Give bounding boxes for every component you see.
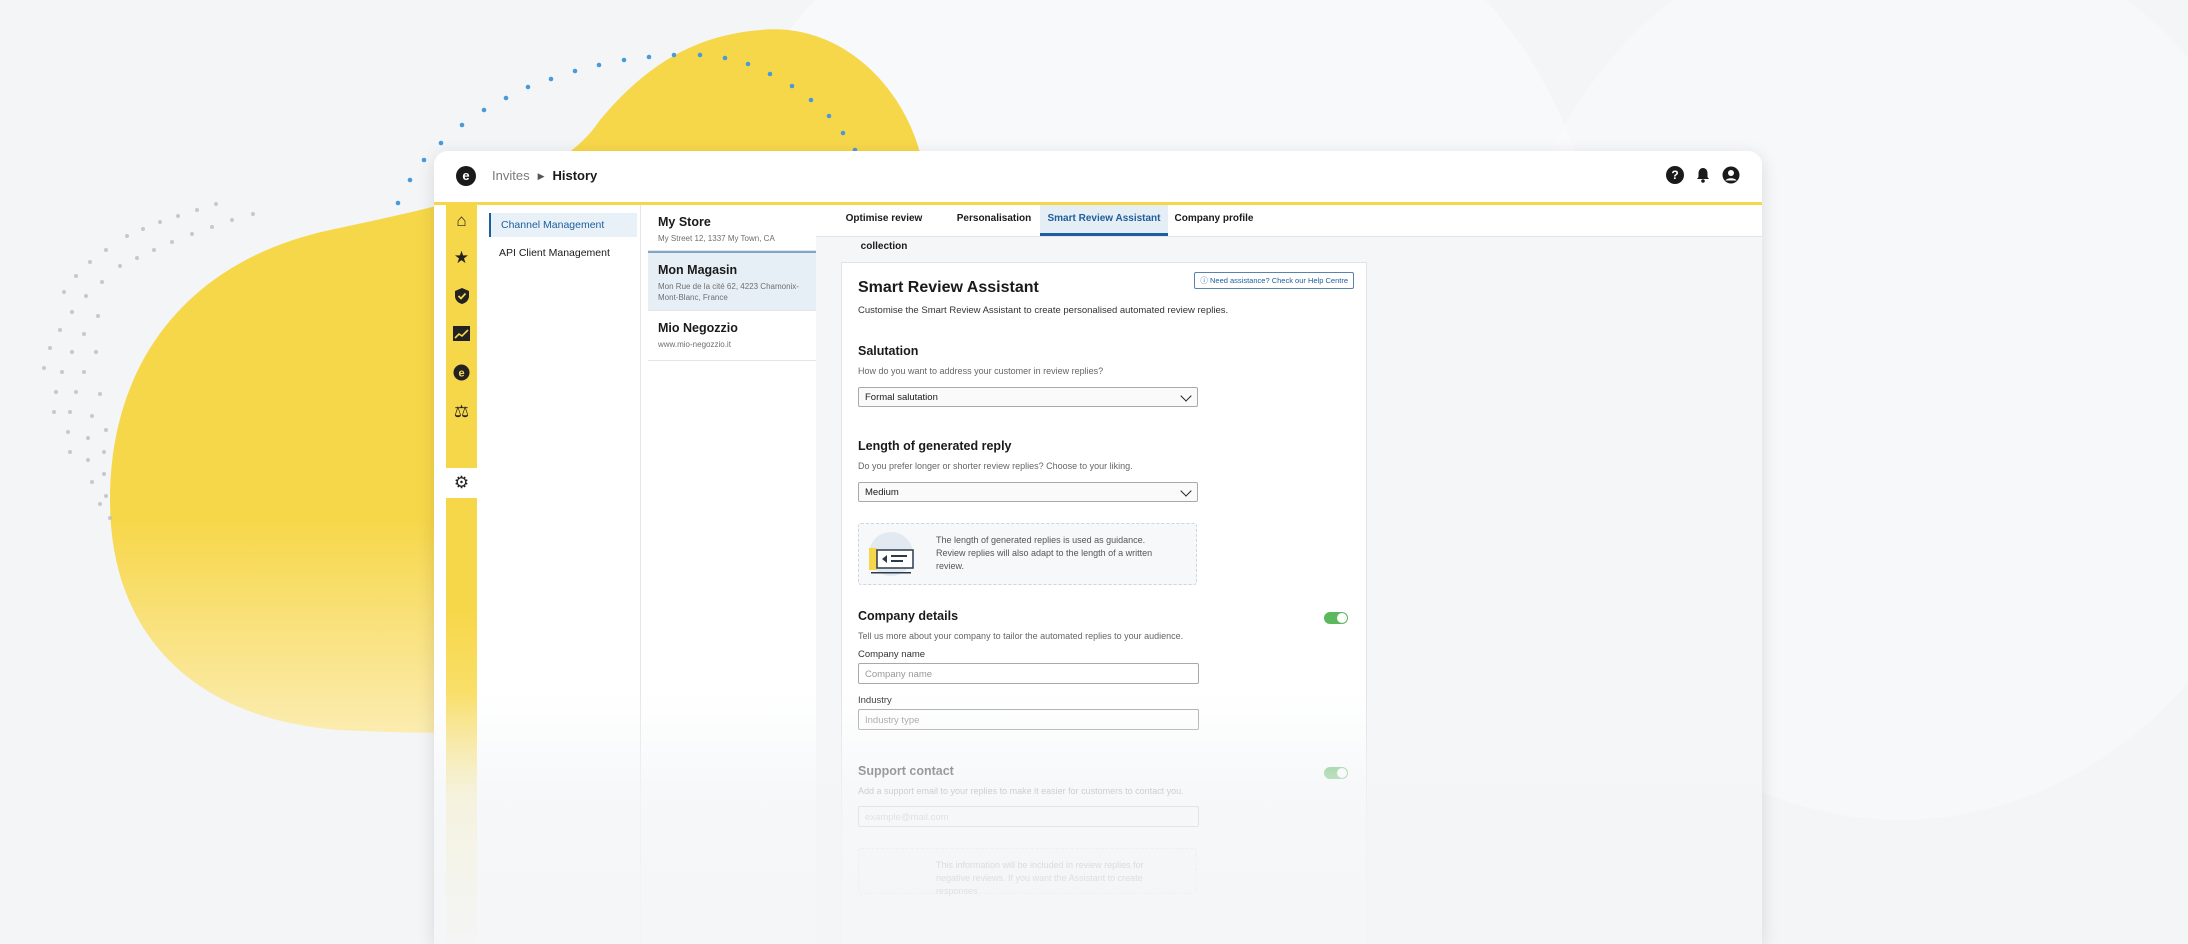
company-details-question: Tell us more about your company to tailo…	[858, 631, 1184, 641]
user-icon[interactable]	[1722, 166, 1740, 184]
salutation-question: How do you want to address your customer…	[858, 366, 1104, 376]
company-name-input[interactable]: Company name	[858, 663, 1199, 684]
store-address: Mon Rue de la cité 62, 4223 Chamonix-Mon…	[658, 282, 799, 302]
subnav-item-channel-management[interactable]: Channel Management	[489, 213, 637, 237]
store-item[interactable]: Mon Magasin Mon Rue de la cité 62, 4223 …	[648, 251, 816, 311]
industry-input[interactable]: Industry type	[858, 709, 1199, 730]
top-actions: ?	[1666, 166, 1740, 184]
nav-rail: ⌂ ★ e ⚖ ⚙	[446, 205, 477, 944]
brand-logo[interactable]: e	[456, 166, 476, 186]
page-description: Customise the Smart Review Assistant to …	[858, 305, 1229, 316]
store-item[interactable]: My Store My Street 12, 1337 My Town, CA	[648, 205, 816, 251]
star-icon[interactable]: ★	[446, 248, 477, 268]
chevron-down-icon	[1180, 390, 1192, 402]
tab-optimise-review-collection[interactable]: Optimise review collection	[822, 205, 946, 252]
salutation-value: Formal salutation	[865, 392, 938, 403]
shield-icon[interactable]	[446, 287, 477, 310]
industry-label: Industry	[858, 695, 892, 706]
salutation-select[interactable]: Formal salutation	[858, 387, 1198, 407]
store-item[interactable]: Mio Negozzio www.mio-negozzio.it	[648, 311, 816, 361]
page-title: Smart Review Assistant	[858, 279, 1039, 296]
breadcrumb: Invites ▶ History	[492, 168, 597, 183]
breadcrumb-separator-icon: ▶	[537, 171, 545, 181]
top-bar: e Invites ▶ History ?	[434, 151, 1762, 205]
breadcrumb-current: History	[552, 168, 598, 183]
support-info-box: This information will be included in rev…	[858, 848, 1197, 896]
main-content: Optimise review collection Personalisati…	[816, 205, 1762, 944]
tab-smart-review-assistant[interactable]: Smart Review Assistant	[1040, 205, 1168, 236]
reply-illustration-icon	[869, 532, 914, 576]
store-address: www.mio-negozzio.it	[658, 340, 731, 349]
support-contact-title: Support contact	[858, 764, 954, 778]
breadcrumb-parent[interactable]: Invites	[492, 168, 530, 183]
gear-icon[interactable]: ⚙	[446, 468, 477, 498]
support-info-text: This information will be included in rev…	[936, 860, 1144, 896]
chevron-down-icon	[1180, 485, 1192, 497]
length-info-text: The length of generated replies is used …	[936, 535, 1153, 571]
brand-icon[interactable]: e	[446, 364, 477, 386]
length-value: Medium	[865, 487, 899, 498]
sub-navigation: Channel Management API Client Management	[477, 205, 641, 944]
company-name-label: Company name	[858, 649, 926, 660]
subnav-item-api-client-management[interactable]: API Client Management	[489, 241, 637, 265]
scales-icon[interactable]: ⚖	[446, 402, 477, 422]
salutation-title: Salutation	[858, 344, 919, 358]
store-name: My Store	[658, 215, 711, 229]
help-icon[interactable]: ?	[1666, 166, 1684, 184]
company-details-toggle[interactable]	[1324, 612, 1348, 624]
support-email-input[interactable]: example@mail.com	[858, 806, 1199, 827]
length-title: Length of generated reply	[858, 439, 1012, 453]
store-name: Mio Negozzio	[658, 321, 738, 335]
store-list: My Store My Street 12, 1337 My Town, CA …	[648, 205, 817, 944]
help-centre-label: Need assistance? Check our Help Centre	[1210, 276, 1348, 285]
tab-company-profile[interactable]: Company profile	[1172, 205, 1256, 236]
info-icon: ⓘ	[1200, 276, 1210, 285]
store-name: Mon Magasin	[658, 263, 738, 277]
help-centre-link[interactable]: ⓘ Need assistance? Check our Help Centre	[1194, 272, 1354, 289]
support-contact-question: Add a support email to your replies to m…	[858, 786, 1184, 796]
tab-personalisation[interactable]: Personalisation	[952, 205, 1036, 236]
app-window: e Invites▶History ? ⌂ ★ e ⚖ ⚙ Channel	[434, 151, 1762, 944]
length-info-box: The length of generated replies is used …	[858, 523, 1197, 585]
settings-card: ⓘ Need assistance? Check our Help Centre…	[841, 262, 1367, 944]
chart-icon[interactable]	[446, 326, 477, 346]
home-icon[interactable]: ⌂	[446, 211, 477, 231]
tab-bar: Optimise review collection Personalisati…	[816, 205, 1762, 252]
company-details-title: Company details	[858, 609, 959, 623]
svg-text:e: e	[458, 368, 464, 380]
length-question: Do you prefer longer or shorter review r…	[858, 461, 1133, 471]
bell-icon[interactable]	[1694, 166, 1712, 184]
length-select[interactable]: Medium	[858, 482, 1198, 502]
store-address: My Street 12, 1337 My Town, CA	[658, 234, 775, 243]
support-contact-toggle[interactable]	[1324, 767, 1348, 779]
